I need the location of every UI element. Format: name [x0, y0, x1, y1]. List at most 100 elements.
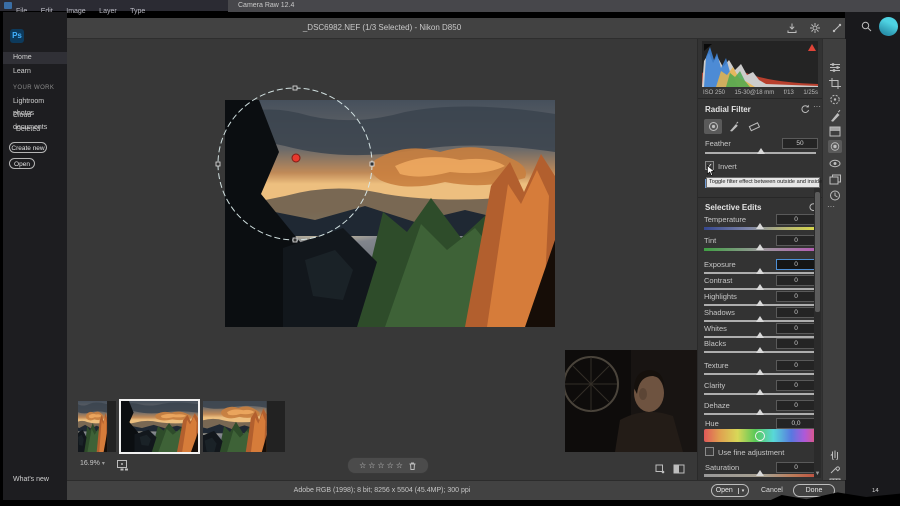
open-button-sidebar[interactable]: Open: [9, 158, 35, 169]
sidebar-item-cloud-documents[interactable]: Cloud documents: [3, 110, 67, 131]
image-info-text[interactable]: Adobe RGB (1998); 8 bit; 8256 x 5504 (45…: [67, 481, 697, 501]
feather-label: Feather: [705, 139, 731, 148]
saturation-slider[interactable]: [704, 470, 816, 477]
cancel-button[interactable]: Cancel: [761, 484, 783, 497]
radial-new-tool-selected[interactable]: [704, 119, 722, 134]
menu-image[interactable]: Image: [66, 6, 85, 17]
thumbnail-1[interactable]: [78, 401, 116, 452]
shadows-slider[interactable]: [704, 316, 816, 322]
brush-add-tool[interactable]: [728, 120, 740, 132]
camera-raw-window-tab[interactable]: Camera Raw 12.4: [228, 0, 900, 12]
clarity-value[interactable]: 0: [776, 380, 816, 391]
video-watermark: 14: [872, 488, 879, 494]
tooltip: Toggle filter effect between outside and…: [706, 177, 822, 188]
star-icon[interactable]: ☆: [387, 459, 394, 472]
scroll-down-icon[interactable]: ▼: [814, 471, 821, 477]
hue-value[interactable]: 0,0: [776, 418, 816, 429]
open-dropdown-chevron[interactable]: ▾: [737, 488, 745, 494]
highlights-value[interactable]: 0: [776, 291, 816, 302]
graduated-filter-icon[interactable]: [828, 125, 842, 138]
hue-slider[interactable]: [704, 429, 816, 442]
crop-rotate-icon[interactable]: [828, 77, 842, 90]
brush-erase-tool[interactable]: [748, 120, 761, 132]
search-icon[interactable]: [861, 21, 872, 32]
hand-tool-icon[interactable]: [828, 447, 842, 460]
menu-type[interactable]: Type: [130, 6, 145, 17]
fine-adjustment-checkbox[interactable]: [705, 447, 714, 456]
contrast-value[interactable]: 0: [776, 275, 816, 286]
open-button[interactable]: Open ▾: [711, 484, 749, 497]
document-title: _DSC6982.NEF (1/3 Selected) - Nikon D850: [302, 23, 462, 32]
ellipse-handle-top[interactable]: [292, 85, 298, 91]
tint-slider[interactable]: [704, 244, 816, 251]
panel-scrollbar[interactable]: ▲ ▼: [814, 178, 821, 478]
dehaze-value[interactable]: 0: [776, 400, 816, 411]
settings-gear-icon[interactable]: [809, 22, 821, 34]
thumbnail-3[interactable]: [203, 401, 285, 452]
edit-sliders-icon[interactable]: [828, 61, 842, 74]
trash-icon[interactable]: [408, 461, 417, 471]
exif-lens: 15-30@18 mm: [734, 90, 775, 96]
home-sidebar: Ps Home Learn YOUR WORK Lightroom photos…: [3, 12, 67, 500]
shadows-value[interactable]: 0: [776, 307, 816, 318]
thumbnail-2-selected[interactable]: [119, 399, 200, 454]
sidebar-item-learn[interactable]: Learn: [3, 66, 67, 78]
histogram[interactable]: [702, 41, 818, 87]
letterbox-strip: [0, 500, 900, 506]
clarity-slider[interactable]: [704, 389, 816, 395]
highlights-slider[interactable]: [704, 300, 816, 306]
exposure-value[interactable]: 0: [776, 259, 816, 270]
star-rating[interactable]: ☆ ☆ ☆ ☆ ☆: [347, 457, 429, 474]
more-options-icon[interactable]: ···: [813, 102, 821, 111]
star-icon[interactable]: ☆: [396, 459, 403, 472]
temperature-value[interactable]: 0: [776, 214, 816, 225]
adjustment-brush-icon[interactable]: [828, 109, 842, 122]
tint-value[interactable]: 0: [776, 235, 816, 246]
feather-value[interactable]: 50: [782, 138, 818, 149]
ellipse-handle-left[interactable]: [215, 161, 221, 167]
settings-panel: ISO 250 15-30@18 mm f/13 1/25s Radial Fi…: [697, 39, 823, 480]
sidebar-item-home[interactable]: Home: [3, 52, 67, 64]
photo-canvas[interactable]: [225, 100, 555, 327]
toggle-fullscreen-icon[interactable]: [831, 22, 843, 34]
before-after-view-icon[interactable]: [673, 464, 685, 474]
white-balance-sampler-icon[interactable]: [828, 462, 842, 475]
user-avatar[interactable]: [879, 17, 898, 36]
contrast-slider[interactable]: [704, 284, 816, 290]
star-icon[interactable]: ☆: [368, 459, 375, 472]
blacks-slider[interactable]: [704, 347, 816, 353]
presets-icon[interactable]: [828, 173, 842, 186]
snapshots-icon[interactable]: [828, 189, 842, 202]
export-icon[interactable]: [786, 22, 798, 34]
photoshop-logo[interactable]: Ps: [10, 29, 24, 43]
sidebar-item-whats-new[interactable]: What's new: [3, 474, 67, 486]
menu-layer[interactable]: Layer: [99, 6, 117, 17]
slider-clarity: Clarity 0: [704, 380, 816, 401]
more-options-icon[interactable]: ···: [827, 202, 835, 211]
cycle-settings-icon[interactable]: [655, 464, 665, 474]
sidebar-item-deleted[interactable]: Deleted: [3, 124, 67, 136]
saturation-value[interactable]: 0: [776, 462, 816, 473]
texture-value[interactable]: 0: [776, 360, 816, 371]
app-icon[interactable]: [4, 2, 12, 9]
red-eye-icon[interactable]: [828, 157, 842, 170]
star-icon[interactable]: ☆: [377, 459, 384, 472]
texture-slider[interactable]: [704, 369, 816, 375]
create-new-button[interactable]: Create new: [9, 142, 47, 153]
radial-filter-icon-selected[interactable]: [828, 140, 842, 153]
image-preview-area[interactable]: 16.9% ▾ ☆ ☆ ☆ ☆ ☆: [67, 39, 697, 480]
zoom-level-value: 16.9%: [80, 460, 100, 467]
dehaze-slider[interactable]: [704, 409, 816, 415]
zoom-level-dropdown[interactable]: 16.9% ▾: [80, 460, 105, 467]
blacks-value[interactable]: 0: [776, 338, 816, 349]
whites-value[interactable]: 0: [776, 323, 816, 334]
temperature-slider[interactable]: [704, 223, 816, 230]
reset-icon[interactable]: [800, 104, 810, 114]
star-icon[interactable]: ☆: [359, 459, 366, 472]
exposure-slider[interactable]: [704, 268, 816, 274]
sidebar-item-lightroom-photos[interactable]: Lightroom photos: [3, 96, 67, 117]
filmstrip-toggle-icon[interactable]: [116, 459, 130, 472]
spot-heal-icon[interactable]: [828, 93, 842, 106]
scrollbar-thumb[interactable]: [815, 192, 820, 312]
feather-slider[interactable]: [705, 148, 816, 154]
